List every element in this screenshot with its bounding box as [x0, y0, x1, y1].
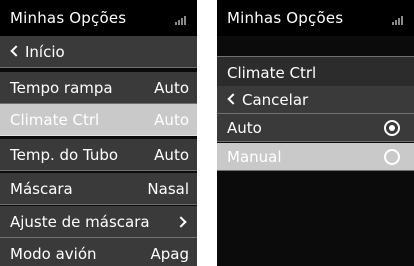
menu-item-label: Ajuste de máscara: [10, 213, 150, 231]
option-label: Auto: [227, 119, 262, 137]
menu-item-modo-avion[interactable]: Modo avión Apag: [0, 238, 197, 266]
menu-item-value: Auto: [154, 79, 189, 97]
menu-item-value: Auto: [154, 146, 189, 164]
chevron-left-icon: [10, 45, 22, 57]
menu-item-label: Máscara: [10, 180, 73, 198]
submenu-title: Climate Ctrl: [227, 64, 317, 82]
menu-item-label: Tempo rampa: [10, 79, 113, 97]
menu-item-label: Temp. do Tubo: [10, 146, 119, 164]
cancel-button[interactable]: Cancelar: [217, 86, 414, 114]
menu-item-mascara[interactable]: Máscara Nasal: [0, 173, 197, 205]
menu-item-climate-ctrl[interactable]: Climate Ctrl Auto: [0, 104, 197, 136]
menu-item-value: Nasal: [147, 180, 189, 198]
menu-item-ajuste-mascara[interactable]: Ajuste de máscara: [0, 206, 197, 238]
chevron-right-icon: [175, 216, 187, 228]
radio-button-icon[interactable]: [384, 149, 400, 165]
signal-strength-icon: [392, 15, 404, 25]
menu-item-label: Climate Ctrl: [10, 111, 100, 129]
option-label: Manual: [227, 148, 282, 166]
chevron-left-icon: [227, 93, 239, 105]
status-bar: Minhas Opções: [0, 0, 197, 36]
status-bar: Minhas Opções: [217, 0, 414, 36]
option-manual[interactable]: Manual: [217, 143, 414, 171]
radio-button-checked-icon[interactable]: [384, 120, 400, 136]
menu-item-inicio[interactable]: Início: [0, 36, 197, 68]
menu-item-label: Modo avión: [10, 245, 97, 263]
option-auto[interactable]: Auto: [217, 114, 414, 142]
screen-title: Minhas Opções: [227, 9, 344, 27]
submenu-header: Climate Ctrl: [217, 56, 414, 87]
menu-item-label: Início: [25, 43, 65, 61]
menu-item-value: Apag: [150, 245, 190, 263]
right-device-screen: Minhas Opções Climate Ctrl Cancelar Auto…: [217, 0, 414, 266]
menu-item-temp-tubo[interactable]: Temp. do Tubo Auto: [0, 139, 197, 171]
menu-item-value: Auto: [154, 111, 189, 129]
cancel-label: Cancelar: [242, 91, 309, 109]
menu-item-tempo-rampa[interactable]: Tempo rampa Auto: [0, 72, 197, 104]
left-device-screen: Minhas Opções Início Tempo rampa Auto Cl…: [0, 0, 197, 266]
signal-strength-icon: [175, 15, 187, 25]
screen-title: Minhas Opções: [10, 9, 127, 27]
